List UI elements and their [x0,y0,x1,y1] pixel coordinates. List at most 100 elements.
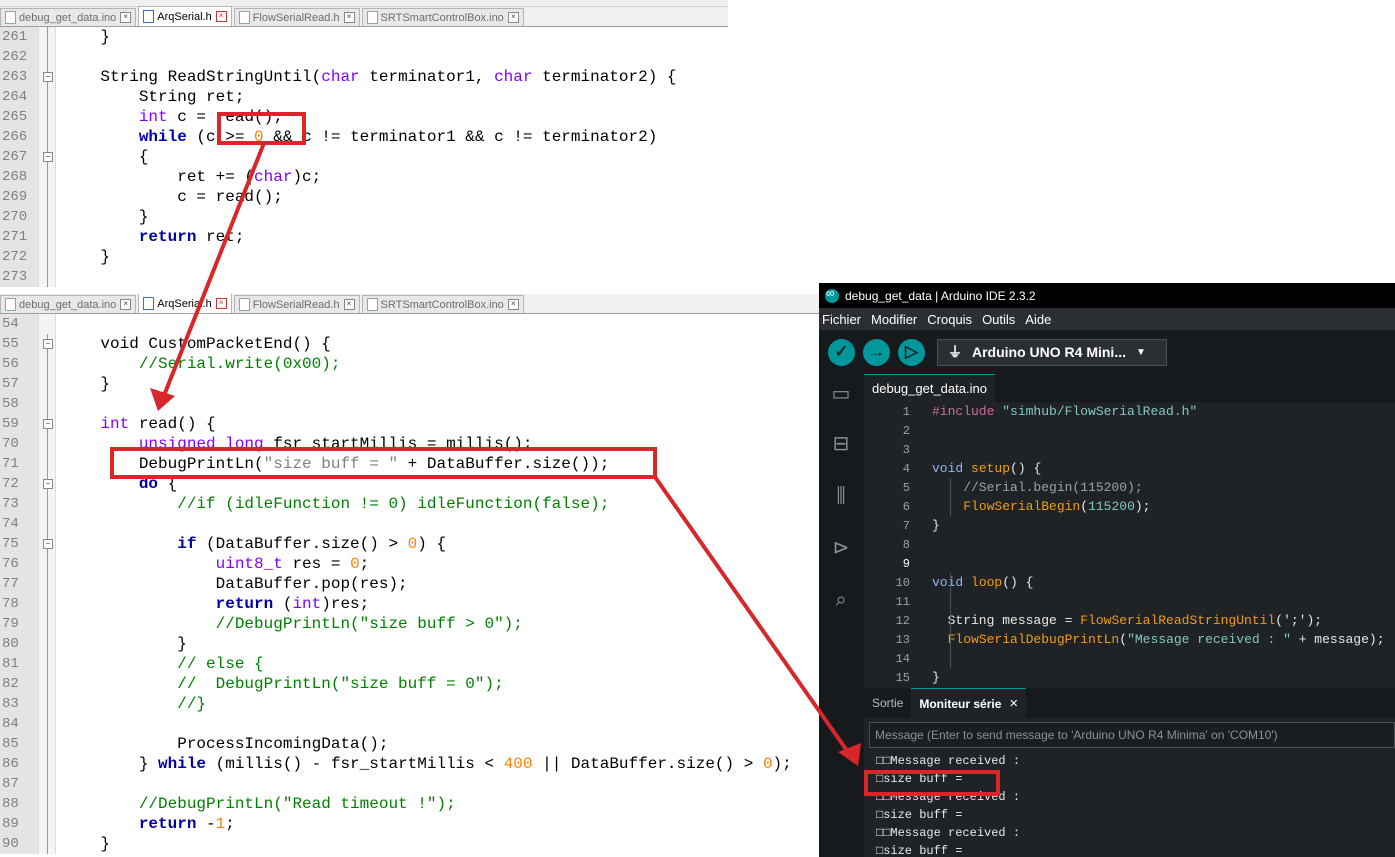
fold-toggle-icon[interactable]: − [43,479,53,489]
library-icon[interactable]: ⫼ [829,484,853,508]
serial-message-input[interactable]: Message (Enter to send message to 'Ardui… [869,722,1395,748]
code-token: char [254,168,293,186]
ide-code-line: 7} [864,516,1395,535]
menu-croquis[interactable]: Croquis [927,312,972,327]
fold-margin[interactable]: − [38,334,56,354]
ide-toolbar: ✓ → ▷ ⏚ Arduino UNO R4 Mini... ▼ [819,330,1395,374]
fold-margin [38,574,56,594]
line-number: 76 [0,554,38,574]
close-icon[interactable]: × [343,12,355,23]
serial-output-line: □□Message received : [876,826,1021,840]
file-tab[interactable]: debug_get_data.ino × [0,8,137,26]
fold-margin[interactable]: − [38,534,56,554]
code-token: setup [971,461,1011,476]
board-manager-icon[interactable]: ⊟ [829,432,853,456]
code-token: } [932,518,940,533]
close-icon[interactable]: × [215,11,227,22]
tab-output[interactable]: Sortie [864,688,911,718]
file-tab[interactable]: FlowSerialRead.h × [233,8,360,26]
file-tab[interactable]: ArqSerial.h × [138,294,232,313]
code-token: int [138,108,168,126]
close-icon[interactable]: × [215,298,227,309]
line-number: 78 [0,594,38,614]
file-tab[interactable]: ArqSerial.h × [138,6,232,26]
file-tab[interactable]: FlowSerialRead.h × [233,295,360,313]
file-tab-debug-get-data[interactable]: debug_get_data.ino [864,374,995,402]
code-token: ); [772,755,792,773]
line-number: 79 [0,614,38,634]
close-icon[interactable]: × [1009,695,1018,712]
checkmark-icon: ✓ [834,342,849,361]
code-line: 76 uint8_t res = 0; [0,554,820,574]
code-token: return [215,595,274,613]
verify-button[interactable]: ✓ [828,338,855,366]
document-icon [366,298,378,311]
file-tab-label: SRTSmartControlBox.ino [380,11,504,24]
ide-code-editor[interactable]: 1 #include "simhub/FlowSerialRead.h" 2 3 4 vo… [864,402,1395,688]
bottom-editor-code[interactable]: 54 55− void CustomPacketEnd() {56 //Seria… [0,314,820,854]
fold-margin[interactable]: − [38,414,56,434]
upload-button[interactable]: → [863,338,890,366]
code-line: 58 [0,394,820,414]
code-token: "simhub/FlowSerialRead.h" [1002,404,1198,419]
code-token: 0 [350,555,360,573]
code-line: 265 int c = read(); [0,107,728,127]
close-icon[interactable]: × [507,299,519,310]
code-token: { [62,148,149,166]
code-text: // else { [56,654,820,674]
code-line: 273 [0,267,728,287]
code-token: if [177,535,197,553]
code-token: (DataBuffer.size() > [196,535,408,553]
menu-outils[interactable]: Outils [982,312,1015,327]
code-line: 261 } [0,27,728,47]
code-token: void CustomPacketEnd() { [62,335,331,353]
fold-toggle-icon[interactable]: − [43,539,53,549]
menu-modifier[interactable]: Modifier [871,312,917,327]
code-line: 79 //DebugPrintLn("size buff > 0"); [0,614,820,634]
search-icon[interactable]: ⌕ [829,588,853,612]
fold-margin [38,774,56,794]
fold-margin [38,354,56,374]
code-text: } [932,670,940,685]
fold-toggle-icon[interactable]: − [43,152,53,162]
menu-aide[interactable]: Aide [1025,312,1051,327]
code-token: )c; [292,168,322,186]
fold-toggle-icon[interactable]: − [43,339,53,349]
ide-bottom-panel: Sortie Moniteur série × Message (Enter to… [864,687,1395,857]
fold-margin [38,27,56,47]
top-editor-code[interactable]: 261 } 262 263− String ReadStringUntil(char… [0,27,728,287]
code-token: 0 [407,535,418,553]
code-token: while [138,128,187,146]
close-icon[interactable]: × [507,12,519,23]
close-icon[interactable]: × [343,299,355,310]
fold-toggle-icon[interactable]: − [43,72,53,82]
close-icon[interactable]: × [120,299,132,310]
tab-serial-monitor[interactable]: Moniteur série × [911,687,1027,719]
file-tab[interactable]: SRTSmartControlBox.ino × [361,295,524,313]
code-token: ret += ( [62,168,255,186]
line-number: 88 [0,794,38,814]
code-token: void [932,461,964,476]
board-selector[interactable]: ⏚ Arduino UNO R4 Mini... ▼ [937,338,1167,366]
debug-button[interactable]: ▷ [898,338,925,366]
debug-sidebar-icon[interactable]: ⊳ [829,536,853,560]
folder-icon[interactable]: ▭ [829,382,853,406]
fold-margin [38,107,56,127]
file-tab[interactable]: SRTSmartControlBox.ino × [361,8,524,26]
menu-fichier[interactable]: Fichier [822,312,861,327]
npp-toolbar[interactable] [0,0,728,7]
code-token: () { [1002,575,1034,590]
arrow-right-icon: → [868,342,885,361]
fold-margin [38,47,56,67]
code-token: ; [225,815,235,833]
code-token: int [62,415,130,433]
line-number: 86 [0,754,38,774]
fold-toggle-icon[interactable]: − [43,419,53,429]
fold-margin[interactable]: − [38,67,56,87]
close-icon[interactable]: × [120,12,132,23]
fold-margin[interactable]: − [38,474,56,494]
top-code-editor: debug_get_data.ino × ArqSerial.h × FlowSeria… [0,0,728,294]
file-tab[interactable]: debug_get_data.ino × [0,295,137,313]
fold-margin[interactable]: − [38,147,56,167]
